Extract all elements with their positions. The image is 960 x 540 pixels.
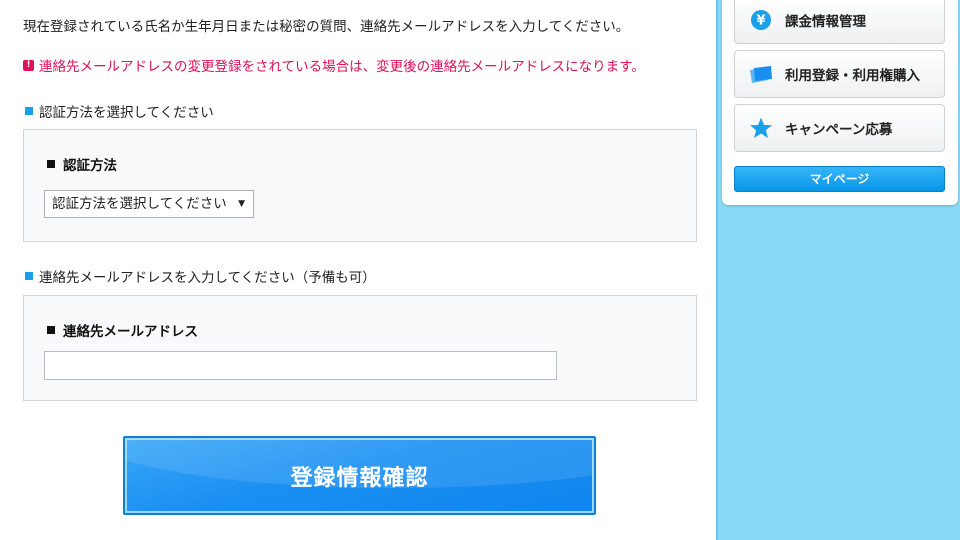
confirm-registration-button-label: 登録情報確認 <box>290 465 429 491</box>
bullet-square-icon <box>47 326 55 334</box>
sidebar-item-label: 課金情報管理 <box>785 14 866 30</box>
ticket-icon <box>743 64 779 84</box>
auth-method-select[interactable]: 認証方法を選択してください ▼ <box>44 190 254 218</box>
email-section-heading: 連絡先メールアドレスを入力してください（予備も可） <box>25 266 376 286</box>
email-section-heading-text: 連絡先メールアドレスを入力してください（予備も可） <box>39 270 376 286</box>
bullet-square-icon <box>25 272 33 280</box>
bullet-square-icon <box>47 160 55 168</box>
email-label-text: 連絡先メールアドレス <box>63 324 198 340</box>
email-panel: 連絡先メールアドレス <box>23 295 697 401</box>
warning-text: 連絡先メールアドレスの変更登録をされている場合は、変更後の連絡先メールアドレスに… <box>39 59 645 75</box>
dropdown-arrow-icon: ▼ <box>238 199 245 209</box>
sidebar-item-label: 利用登録・利用権購入 <box>785 68 920 84</box>
auth-method-label-text: 認証方法 <box>63 158 117 174</box>
svg-text:¥: ¥ <box>756 14 765 29</box>
auth-section-heading-text: 認証方法を選択してください <box>39 105 214 121</box>
sidebar: ¥ 課金情報管理 利用登録・利用権購入 キャンペーン応募 マイページ <box>722 0 958 205</box>
auth-section-heading: 認証方法を選択してください <box>25 101 214 121</box>
intro-text: 現在登録されている氏名か生年月日または秘密の質問、連絡先メールアドレスを入力して… <box>23 19 630 35</box>
main-content: 現在登録されている氏名か生年月日または秘密の質問、連絡先メールアドレスを入力して… <box>0 0 718 540</box>
auth-method-panel: 認証方法 認証方法を選択してください ▼ <box>23 129 697 242</box>
email-label: 連絡先メールアドレス <box>47 320 198 340</box>
warning-message: ! 連絡先メールアドレスの変更登録をされている場合は、変更後の連絡先メールアドレ… <box>23 55 645 75</box>
sidebar-item-billing[interactable]: ¥ 課金情報管理 <box>734 0 945 44</box>
confirm-registration-button[interactable]: 登録情報確認 <box>123 436 596 515</box>
auth-method-select-value: 認証方法を選択してください <box>52 196 227 212</box>
sidebar-item-campaign[interactable]: キャンペーン応募 <box>734 104 945 152</box>
bullet-square-icon <box>25 107 33 115</box>
auth-method-label: 認証方法 <box>47 154 117 174</box>
sidebar-item-registration[interactable]: 利用登録・利用権購入 <box>734 50 945 98</box>
star-icon <box>743 116 779 140</box>
alert-icon: ! <box>23 59 34 71</box>
yen-icon: ¥ <box>743 9 779 31</box>
sidebar-item-label: キャンペーン応募 <box>785 122 893 138</box>
mypage-button[interactable]: マイページ <box>734 166 945 192</box>
email-input[interactable] <box>44 351 557 380</box>
